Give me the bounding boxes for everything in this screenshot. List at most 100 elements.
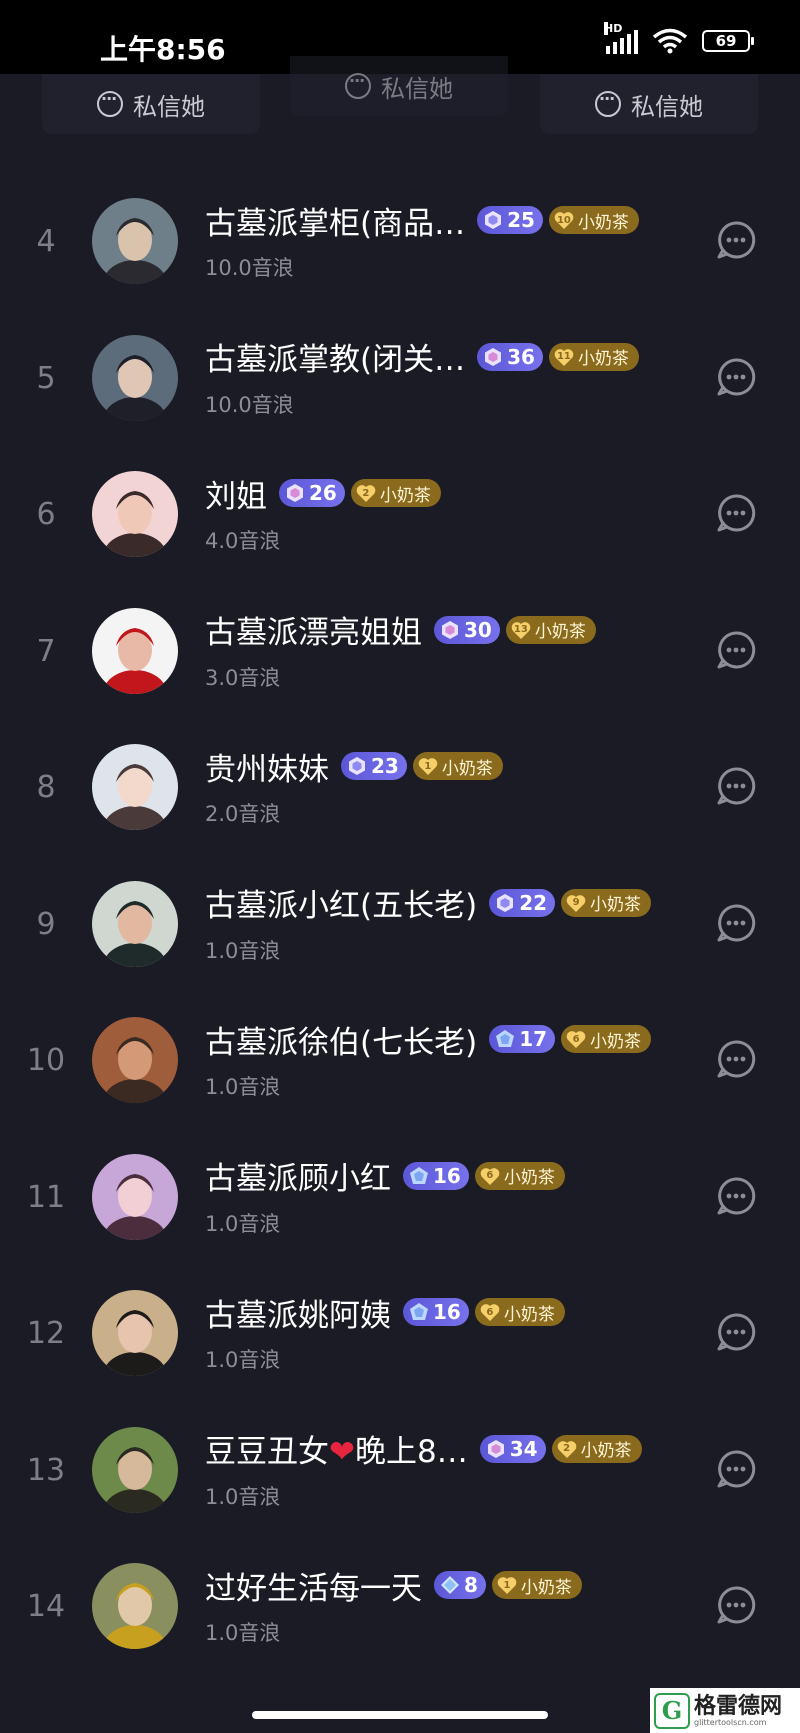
gem-icon	[440, 620, 464, 640]
rank-number: 13	[26, 1452, 66, 1488]
user-name[interactable]: 古墓派徐伯(七长老)	[205, 1017, 477, 1062]
name-line: 古墓派徐伯(七长老) 17 6 小奶茶	[205, 1017, 652, 1062]
fan-club-badge: 2 小奶茶	[350, 479, 441, 507]
avatar[interactable]	[92, 1290, 178, 1376]
level-value: 23	[371, 754, 399, 778]
fan-level-value: 13	[513, 624, 528, 635]
message-button[interactable]	[716, 493, 756, 533]
user-name-text: 古墓派漂亮姐姐	[205, 615, 422, 651]
list-item[interactable]: 12 古墓派姚阿姨 16 6 小奶茶 1.0音浪	[0, 1264, 800, 1401]
avatar[interactable]	[92, 607, 178, 694]
user-name[interactable]: 古墓派掌柜(商品…	[205, 198, 465, 243]
avatar[interactable]	[92, 334, 178, 421]
avatar[interactable]	[92, 198, 178, 284]
chat-bubble-icon	[716, 494, 756, 537]
level-badge: 16	[403, 1298, 469, 1326]
ranking-list: 4 古墓派掌柜(商品… 25 10 小奶茶 10.0音浪 5 古墓派掌教(闭关… 36 11 小奶茶…	[0, 172, 800, 1674]
fan-level-value: 2	[362, 487, 370, 499]
list-item[interactable]: 6 刘姐 26 2 小奶茶 4.0音浪	[0, 445, 800, 582]
user-name[interactable]: 古墓派小红(五长老)	[205, 880, 477, 925]
watermark-title: 格雷德网	[694, 1692, 783, 1719]
chat-bubble-icon	[345, 71, 371, 99]
list-item[interactable]: 13 豆豆丑女❤晚上8… 34 2 小奶茶 1.0音浪	[0, 1401, 800, 1538]
list-item[interactable]: 8 贵州妹妹 23 1 小奶茶 2.0音浪	[0, 718, 800, 855]
message-button[interactable]	[716, 903, 756, 943]
user-name[interactable]: 刘姐	[205, 471, 267, 516]
chat-bubble-icon	[716, 1449, 756, 1493]
user-name[interactable]: 豆豆丑女❤晚上8…	[205, 1426, 468, 1471]
avatar[interactable]	[92, 1563, 178, 1649]
message-button[interactable]	[716, 357, 756, 397]
avatar[interactable]	[92, 1426, 178, 1513]
avatar[interactable]	[92, 744, 178, 830]
level-badge: 36	[477, 342, 543, 371]
avatar[interactable]	[92, 880, 178, 967]
list-item[interactable]: 4 古墓派掌柜(商品… 25 10 小奶茶 10.0音浪	[0, 172, 800, 309]
battery-icon: 69	[702, 30, 754, 52]
fan-level-value: 2	[563, 1443, 571, 1454]
message-button[interactable]	[716, 1039, 756, 1079]
list-item[interactable]: 10 古墓派徐伯(七长老) 17 6 小奶茶 1.0音浪	[0, 991, 800, 1128]
message-button[interactable]	[716, 220, 756, 260]
level-badge: 26	[279, 479, 345, 507]
avatar[interactable]	[92, 471, 178, 557]
fan-club-badge: 9 小奶茶	[561, 888, 652, 917]
name-line: 古墓派姚阿姨 16 6 小奶茶	[205, 1290, 565, 1334]
gem-icon	[486, 1439, 510, 1459]
name-line: 古墓派掌教(闭关… 36 11 小奶茶	[205, 335, 639, 379]
dm-label: 私信她	[631, 92, 703, 121]
home-indicator[interactable]	[252, 1711, 548, 1719]
fan-level-value: 9	[572, 897, 580, 908]
list-item[interactable]: 9 古墓派小红(五长老) 22 9 小奶茶 1.0音浪	[0, 855, 800, 992]
name-line: 古墓派掌柜(商品… 25 10 小奶茶	[205, 198, 639, 242]
message-button[interactable]	[716, 630, 756, 670]
user-name-text: 刘姐	[205, 478, 267, 515]
gem-icon	[409, 1302, 433, 1322]
top-card-strip: 私信她 私信她 私信她	[0, 56, 800, 140]
message-button[interactable]	[716, 1312, 756, 1352]
level-value: 30	[464, 617, 492, 642]
user-name[interactable]: 古墓派掌教(闭关…	[205, 334, 465, 379]
score-text: 1.0音浪	[205, 1211, 281, 1236]
user-name-part: 豆豆丑女	[205, 1434, 329, 1470]
message-button[interactable]	[716, 1449, 756, 1489]
level-badge: 16	[403, 1161, 469, 1190]
dm-button-right[interactable]: 私信她	[540, 74, 758, 134]
user-name-text: 过好生活每一天	[205, 1570, 422, 1607]
chat-bubble-icon	[716, 221, 756, 264]
user-name[interactable]: 古墓派漂亮姐姐	[205, 607, 422, 652]
user-name[interactable]: 过好生活每一天	[205, 1563, 422, 1608]
dm-button-middle[interactable]: 私信她	[290, 56, 508, 116]
score-text: 4.0音浪	[205, 529, 281, 553]
fan-heart-icon: 6	[479, 1165, 501, 1187]
chat-bubble-icon	[716, 767, 756, 810]
avatar[interactable]	[92, 1153, 178, 1240]
fan-club-name: 小奶茶	[577, 212, 629, 233]
name-line: 豆豆丑女❤晚上8… 34 2 小奶茶	[205, 1427, 642, 1471]
user-name-part: 晚上8…	[354, 1434, 468, 1470]
message-button[interactable]	[716, 1176, 756, 1216]
message-button[interactable]	[716, 1585, 756, 1625]
rank-number: 6	[36, 497, 56, 532]
fan-club-name: 小奶茶	[577, 349, 629, 369]
user-name[interactable]: 贵州妹妹	[205, 744, 329, 789]
list-item[interactable]: 5 古墓派掌教(闭关… 36 11 小奶茶 10.0音浪	[0, 309, 800, 446]
list-item[interactable]: 14 过好生活每一天 8 1 小奶茶 1.0音浪	[0, 1537, 800, 1674]
user-name[interactable]: 古墓派姚阿姨	[205, 1290, 391, 1335]
fan-club-name: 小奶茶	[580, 1441, 632, 1461]
user-name-text: 古墓派徐伯(七长老)	[205, 1024, 478, 1061]
message-button[interactable]	[716, 766, 756, 806]
watermark: G 格雷德网 glittertoolscn.com	[650, 1688, 800, 1733]
chat-bubble-icon	[716, 1586, 756, 1629]
level-badge: 25	[477, 206, 543, 234]
list-item[interactable]: 7 古墓派漂亮姐姐 30 13 小奶茶 3.0音浪	[0, 582, 800, 719]
gem-icon	[483, 210, 507, 230]
fan-level-value: 6	[486, 1306, 494, 1318]
fan-club-badge: 13 小奶茶	[505, 615, 596, 644]
dm-button-left[interactable]: 私信她	[42, 74, 260, 134]
list-item[interactable]: 11 古墓派顾小红 16 6 小奶茶 1.0音浪	[0, 1128, 800, 1265]
avatar[interactable]	[92, 1017, 178, 1103]
level-badge: 22	[489, 888, 556, 917]
fan-club-name: 小奶茶	[520, 1577, 572, 1598]
user-name[interactable]: 古墓派顾小红	[205, 1153, 391, 1198]
